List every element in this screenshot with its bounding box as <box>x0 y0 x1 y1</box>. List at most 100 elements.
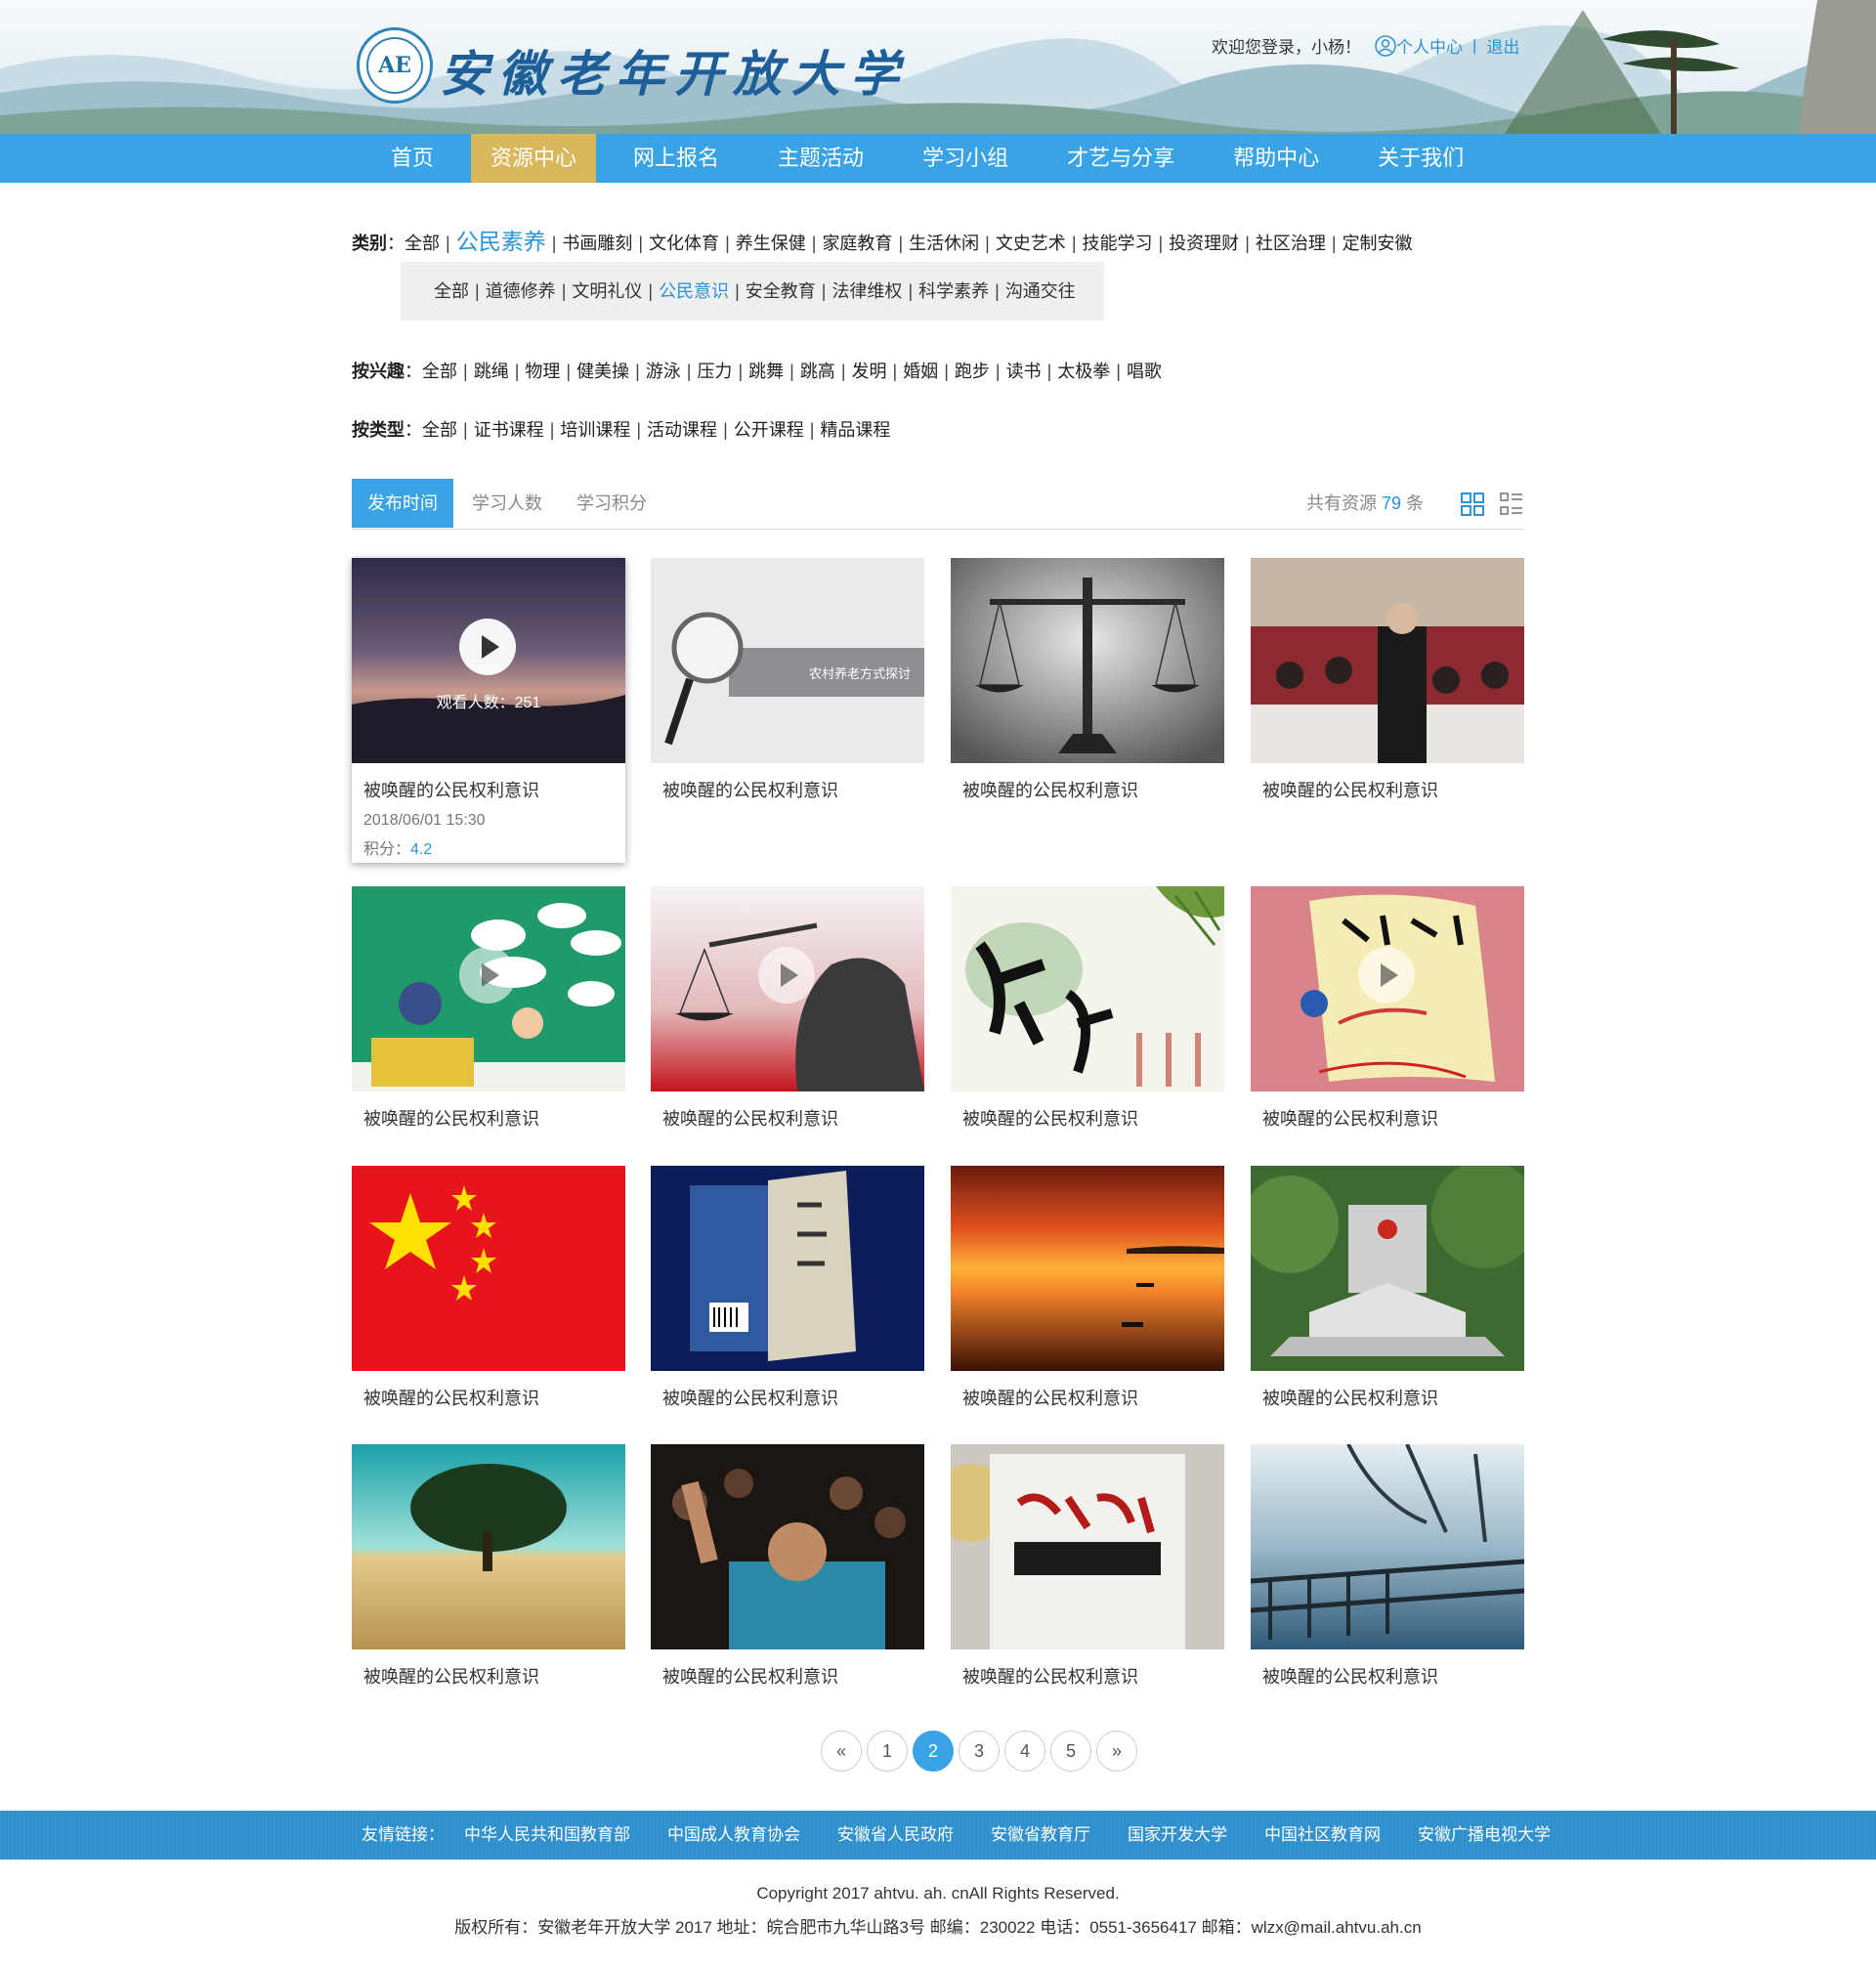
interest-option[interactable]: 压力 <box>697 362 732 381</box>
category-option[interactable]: 定制安徽 <box>1343 234 1413 253</box>
resource-card[interactable]: 被唤醒的公民权利意识 <box>951 1444 1224 1689</box>
nav-item-about-us[interactable]: 关于我们 <box>1356 134 1485 183</box>
nav-item-home[interactable]: 首页 <box>369 134 455 183</box>
nav-item-talent-sharing[interactable]: 才艺与分享 <box>1045 134 1196 183</box>
card-thumbnail[interactable] <box>951 558 1224 763</box>
footer-link[interactable]: 中国成人教育协会 <box>667 1811 800 1860</box>
type-option[interactable]: 公开课程 <box>734 420 804 440</box>
resource-card[interactable]: 被唤醒的公民权利意识 <box>1251 1444 1524 1689</box>
page-button[interactable]: 1 <box>867 1731 908 1772</box>
card-thumbnail[interactable]: 观看人数：251 <box>352 558 625 763</box>
card-thumbnail[interactable] <box>352 1166 625 1371</box>
card-thumbnail[interactable] <box>651 886 924 1091</box>
nav-item-online-registration[interactable]: 网上报名 <box>612 134 741 183</box>
card-thumbnail[interactable] <box>352 886 625 1091</box>
category-option[interactable]: 文化体育 <box>649 234 719 253</box>
list-view-icon[interactable] <box>1500 492 1523 516</box>
category-option[interactable]: 投资理财 <box>1169 234 1239 253</box>
type-option[interactable]: 培训课程 <box>560 420 630 440</box>
interest-option[interactable]: 读书 <box>1006 362 1042 381</box>
user-center-link[interactable]: 个人中心 <box>1375 33 1463 58</box>
card-thumbnail[interactable] <box>951 886 1224 1091</box>
card-title[interactable]: 被唤醒的公民权利意识 <box>352 1385 625 1410</box>
interest-option[interactable]: 婚姻 <box>903 362 938 381</box>
sort-tab-learners[interactable]: 学习人数 <box>472 479 542 528</box>
footer-link[interactable]: 中华人民共和国教育部 <box>464 1811 630 1860</box>
play-icon[interactable] <box>459 947 516 1004</box>
sort-tab-publish-time[interactable]: 发布时间 <box>352 479 453 528</box>
category-option[interactable]: 技能学习 <box>1083 234 1153 253</box>
resource-card[interactable]: 被唤醒的公民权利意识 <box>1251 558 1524 802</box>
nav-item-help-center[interactable]: 帮助中心 <box>1212 134 1341 183</box>
resource-card[interactable]: 农村养老方式探讨 被唤醒的公民权利意识 <box>651 558 924 802</box>
subcategory-option[interactable]: 文明礼仪 <box>572 281 642 301</box>
category-option[interactable]: 全部 <box>405 234 440 253</box>
card-title[interactable]: 被唤醒的公民权利意识 <box>951 1385 1224 1410</box>
play-icon[interactable] <box>758 947 815 1004</box>
card-title[interactable]: 被唤醒的公民权利意识 <box>651 1105 924 1131</box>
page-button[interactable]: 5 <box>1050 1731 1091 1772</box>
interest-option[interactable]: 健美操 <box>576 362 629 381</box>
grid-view-icon[interactable] <box>1461 492 1484 516</box>
footer-link[interactable]: 安徽广播电视大学 <box>1418 1811 1551 1860</box>
category-option[interactable]: 生活休闲 <box>909 234 979 253</box>
interest-option[interactable]: 跳高 <box>800 362 835 381</box>
footer-link[interactable]: 国家开发大学 <box>1128 1811 1227 1860</box>
nav-item-study-groups[interactable]: 学习小组 <box>901 134 1030 183</box>
card-title[interactable]: 被唤醒的公民权利意识 <box>951 1105 1224 1131</box>
interest-option[interactable]: 跳绳 <box>474 362 509 381</box>
category-option[interactable]: 养生保健 <box>736 234 806 253</box>
interest-option[interactable]: 物理 <box>525 362 560 381</box>
card-title[interactable]: 被唤醒的公民权利意识 <box>1251 777 1524 802</box>
nav-item-resource-center[interactable]: 资源中心 <box>471 134 597 183</box>
card-title[interactable]: 被唤醒的公民权利意识 <box>951 777 1224 802</box>
category-option[interactable]: 社区治理 <box>1256 234 1326 253</box>
resource-card[interactable]: 被唤醒的公民权利意识 <box>651 886 924 1131</box>
card-title[interactable]: 被唤醒的公民权利意识 <box>951 1663 1224 1689</box>
card-thumbnail[interactable] <box>1251 1166 1524 1371</box>
type-option[interactable]: 精品课程 <box>820 420 890 440</box>
resource-card[interactable]: 被唤醒的公民权利意识 <box>352 886 625 1131</box>
resource-card[interactable]: 被唤醒的公民权利意识 <box>352 1166 625 1410</box>
subcategory-option[interactable]: 道德修养 <box>486 281 556 301</box>
play-icon[interactable] <box>459 619 516 675</box>
subcategory-option[interactable]: 法律维权 <box>831 281 902 301</box>
resource-card[interactable]: 被唤醒的公民权利意识 <box>352 1444 625 1689</box>
next-page-button[interactable]: » <box>1096 1731 1137 1772</box>
footer-link[interactable]: 安徽省人民政府 <box>837 1811 954 1860</box>
interest-option[interactable]: 发明 <box>852 362 887 381</box>
footer-link[interactable]: 安徽省教育厅 <box>991 1811 1090 1860</box>
card-thumbnail[interactable] <box>1251 1444 1524 1649</box>
card-thumbnail[interactable] <box>352 1444 625 1649</box>
resource-card[interactable]: 被唤醒的公民权利意识 <box>651 1166 924 1410</box>
card-title[interactable]: 被唤醒的公民权利意识 <box>651 777 924 802</box>
type-option[interactable]: 活动课程 <box>647 420 717 440</box>
card-thumbnail[interactable] <box>951 1444 1224 1649</box>
resource-card[interactable]: 观看人数：251 被唤醒的公民权利意识 2018/06/01 15:30 积分：… <box>352 558 625 863</box>
card-thumbnail[interactable] <box>651 1166 924 1371</box>
subcategory-option[interactable]: 全部 <box>434 281 469 301</box>
resource-card[interactable]: 被唤醒的公民权利意识 <box>951 558 1224 802</box>
resource-card[interactable]: 被唤醒的公民权利意识 <box>651 1444 924 1689</box>
card-title[interactable]: 被唤醒的公民权利意识 <box>651 1663 924 1689</box>
interest-option[interactable]: 游泳 <box>646 362 681 381</box>
card-thumbnail[interactable] <box>1251 558 1524 763</box>
type-option[interactable]: 全部 <box>422 420 457 440</box>
category-option[interactable]: 书画雕刻 <box>562 234 632 253</box>
sort-tab-points[interactable]: 学习积分 <box>576 479 647 528</box>
interest-option[interactable]: 太极拳 <box>1057 362 1110 381</box>
interest-option[interactable]: 全部 <box>422 362 457 381</box>
card-title[interactable]: 被唤醒的公民权利意识 <box>352 1105 625 1131</box>
subcategory-option[interactable]: 科学素养 <box>918 281 989 301</box>
page-button[interactable]: 3 <box>959 1731 1000 1772</box>
card-thumbnail[interactable] <box>1251 886 1524 1091</box>
footer-link[interactable]: 中国社区教育网 <box>1264 1811 1381 1860</box>
resource-card[interactable]: 被唤醒的公民权利意识 <box>1251 886 1524 1131</box>
interest-option[interactable]: 唱歌 <box>1127 362 1162 381</box>
prev-page-button[interactable]: « <box>821 1731 862 1772</box>
card-title[interactable]: 被唤醒的公民权利意识 <box>1251 1385 1524 1410</box>
category-option-selected[interactable]: 公民素养 <box>456 229 546 254</box>
card-thumbnail[interactable] <box>951 1166 1224 1371</box>
card-title[interactable]: 被唤醒的公民权利意识 <box>1251 1663 1524 1689</box>
card-thumbnail[interactable] <box>651 1444 924 1649</box>
